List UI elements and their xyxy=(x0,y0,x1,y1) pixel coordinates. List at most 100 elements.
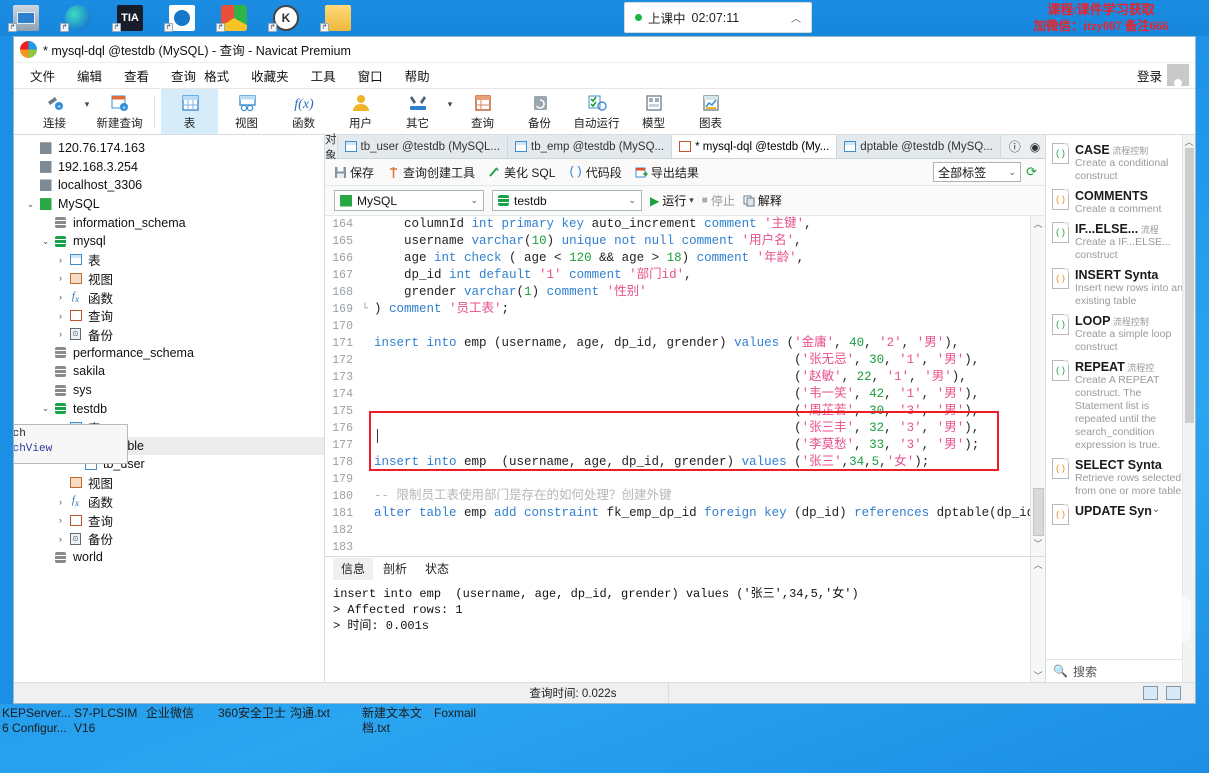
snippets-panel[interactable]: () CASE 流程控制 Create a conditional construc… xyxy=(1045,135,1195,682)
editor-line[interactable]: 166 age int check ( age < 120 && age > 1… xyxy=(325,250,1030,267)
results-tab-1[interactable]: 剖析 xyxy=(375,558,415,580)
editor-line[interactable]: 173 ('赵敏', 22, '1', '男'), xyxy=(325,369,1030,386)
fold-marker[interactable] xyxy=(360,437,370,454)
tree-item-sakila[interactable]: sakila xyxy=(14,362,324,381)
beautify-sql-button[interactable]: 美化 SQL xyxy=(488,164,555,181)
query-toolbar-right[interactable]: 全部标签 ⌄ ⟳ xyxy=(933,162,1045,182)
line-code[interactable] xyxy=(370,471,374,488)
line-code[interactable]: insert into emp (username, age, dp_id, g… xyxy=(370,335,959,352)
explain-button[interactable]: 解释 xyxy=(743,192,782,209)
navigation-sidebar[interactable]: 120.76.174.163 192.168.3.254 localhost_330… xyxy=(14,135,325,682)
tab-objects[interactable]: 对象 xyxy=(325,134,338,162)
fold-marker[interactable] xyxy=(360,335,370,352)
editor-tab-list[interactable]: tb_user @testdb (MySQL... tb_emp @testdb … xyxy=(337,135,1001,158)
tree-twisty-icon[interactable]: › xyxy=(54,534,67,544)
form-view-button[interactable] xyxy=(1166,686,1181,700)
editor-line[interactable]: 179 xyxy=(325,471,1030,488)
tree-item-world[interactable]: world xyxy=(14,548,324,567)
snippet-item-1[interactable]: () COMMENTS Create a comment xyxy=(1046,185,1195,218)
edge-browser-icon[interactable]: ↱ xyxy=(52,0,104,36)
object-tree[interactable]: 120.76.174.163 192.168.3.254 localhost_330… xyxy=(14,139,324,567)
results-tab-2[interactable]: 状态 xyxy=(417,558,457,580)
info-icon[interactable]: ⓘ xyxy=(1009,138,1021,155)
k-app-icon[interactable]: K ↱ xyxy=(260,0,312,36)
editor-line[interactable]: 164 columnId int primary key auto_increm… xyxy=(325,216,1030,233)
line-code[interactable]: grender varchar(1) comment '性别' xyxy=(370,284,647,301)
desktop-shortcut-2[interactable]: 企业微信 xyxy=(144,706,216,748)
fold-marker[interactable] xyxy=(360,420,370,437)
desktop-shortcut-1[interactable]: S7-PLCSIM V16 xyxy=(72,706,144,748)
line-code[interactable]: ('李莫愁', 33, '3', '男'); xyxy=(370,437,979,454)
line-code[interactable]: ('韦一笑', 42, '1', '男'), xyxy=(370,386,979,403)
ribbon-new-query-button[interactable]: + 新建查询 xyxy=(91,89,148,134)
desktop-shortcut-6[interactable]: Foxmail xyxy=(432,706,504,748)
fold-marker[interactable] xyxy=(360,267,370,284)
menu-item-file[interactable]: 文件 xyxy=(30,66,55,85)
tree-twisty-icon[interactable]: › xyxy=(54,292,67,302)
line-code[interactable]: ('赵敏', 22, '1', '男'), xyxy=(370,369,967,386)
scroll-down-icon[interactable]: ﹀ xyxy=(1033,536,1042,550)
line-code[interactable] xyxy=(370,522,374,539)
snippets-list[interactable]: () CASE 流程控制 Create a conditional construc… xyxy=(1046,135,1195,659)
editor-line[interactable]: 165 username varchar(10) unique not null… xyxy=(325,233,1030,250)
tia-portal-icon[interactable]: TIA ↱ xyxy=(104,0,156,36)
chevron-down-icon[interactable]: ⌄ xyxy=(462,195,478,206)
menu-item-favorites[interactable]: 收藏夹 xyxy=(251,66,289,85)
editor-tab-3[interactable]: dptable @testdb (MySQ... xyxy=(837,135,1001,158)
video-play-overlay[interactable] xyxy=(1125,596,1191,642)
tree-item-1921683254[interactable]: 192.168.3.254 xyxy=(14,158,324,177)
ribbon-view-button[interactable]: 视图 xyxy=(218,89,275,134)
query-builder-button[interactable]: 查询创建工具 xyxy=(387,164,475,181)
tree-item-node[interactable]: › 表 xyxy=(14,251,324,270)
tree-item-node[interactable]: › ⊙ 备份 xyxy=(14,529,324,548)
tree-twisty-icon[interactable]: › xyxy=(54,515,67,525)
fold-marker[interactable] xyxy=(360,505,370,522)
editor-line[interactable]: 176 ('张三丰', 32, '3', '男'), xyxy=(325,420,1030,437)
tree-item-12076174163[interactable]: 120.76.174.163 xyxy=(14,139,324,158)
connection-select[interactable]: MySQL ⌄ xyxy=(334,190,484,211)
results-scrollbar[interactable]: ︿ ﹀ xyxy=(1030,557,1045,682)
connection-dropdown-caret-icon[interactable]: ▾ xyxy=(83,89,91,134)
save-button[interactable]: 保存 xyxy=(334,164,374,181)
tree-twisty-icon[interactable]: ⌄ xyxy=(39,403,52,414)
results-tab-0[interactable]: 信息 xyxy=(333,558,374,580)
tree-twisty-icon[interactable]: › xyxy=(54,311,67,321)
tree-item-node[interactable]: › ⊙ 备份 xyxy=(14,325,324,344)
fold-marker[interactable]: └ xyxy=(360,301,370,318)
fold-marker[interactable] xyxy=(360,318,370,335)
chevron-up-icon[interactable]: ︿ xyxy=(791,10,801,25)
chevron-down-icon[interactable]: ⌄ xyxy=(1009,167,1017,178)
ribbon-automation-button[interactable]: 自动运行 xyxy=(568,89,625,134)
scroll-up-icon[interactable]: ︿ xyxy=(1184,135,1193,148)
fold-marker[interactable] xyxy=(360,539,370,556)
snippet-item-3[interactable]: () INSERT Synta Insert new rows into an ex… xyxy=(1046,264,1195,310)
snippet-item-4[interactable]: () LOOP 流程控制 Create a simple loop construc… xyxy=(1046,310,1195,356)
tree-twisty-icon[interactable]: › xyxy=(54,255,67,265)
refresh-icon[interactable]: ⟳ xyxy=(1026,164,1037,180)
query-toolbar[interactable]: 保存 查询创建工具 美化 SQL () 代码段 导出结果 全部标签 ⌄ ⟳ xyxy=(325,159,1045,186)
editor-line[interactable]: 177 ('李莫愁', 33, '3', '男'); xyxy=(325,437,1030,454)
tree-item-node[interactable]: › 查询 xyxy=(14,306,324,325)
tree-item-information_schema[interactable]: information_schema xyxy=(14,213,324,232)
editor-line[interactable]: 174 ('韦一笑', 42, '1', '男'), xyxy=(325,386,1030,403)
tag-filter-select[interactable]: 全部标签 ⌄ xyxy=(933,162,1022,182)
query-connection-toolbar[interactable]: MySQL ⌄ testdb ⌄ ▶ 运行 ▾ ■ 停止 解释 xyxy=(325,186,1045,216)
line-code[interactable] xyxy=(370,539,374,556)
tree-item-mysql[interactable]: ⌄ mysql xyxy=(14,232,324,251)
remote-desktop-icon[interactable]: ↱ xyxy=(0,0,52,36)
line-code[interactable]: -- 限制员工表使用部门是存在的如何处理？创建外键 xyxy=(370,488,672,505)
ribbon-function-button[interactable]: f(x) 函数 xyxy=(275,89,332,134)
menu-item-tools[interactable]: 工具 xyxy=(311,66,336,85)
line-code[interactable]: alter table emp add constraint fk_emp_dp… xyxy=(370,505,1030,522)
ribbon-user-button[interactable]: 用户 xyxy=(332,89,389,134)
export-result-button[interactable]: 导出结果 xyxy=(635,164,699,181)
menu-item-help[interactable]: 帮助 xyxy=(405,66,430,85)
fold-marker[interactable] xyxy=(360,284,370,301)
menu-item-edit[interactable]: 编辑 xyxy=(77,66,102,85)
desktop-shortcut-5[interactable]: 新建文本文 档.txt xyxy=(360,706,432,748)
desktop-shortcut-3[interactable]: 360安全卫士 xyxy=(216,706,288,748)
editor-tab-2[interactable]: * mysql-dql @testdb (My... xyxy=(672,135,838,158)
tree-item-testdb[interactable]: ⌄ testdb xyxy=(14,399,324,418)
editor-line[interactable]: 172 ('张无忌', 30, '1', '男'), xyxy=(325,352,1030,369)
settings-icon[interactable]: ◉ xyxy=(1030,140,1040,154)
